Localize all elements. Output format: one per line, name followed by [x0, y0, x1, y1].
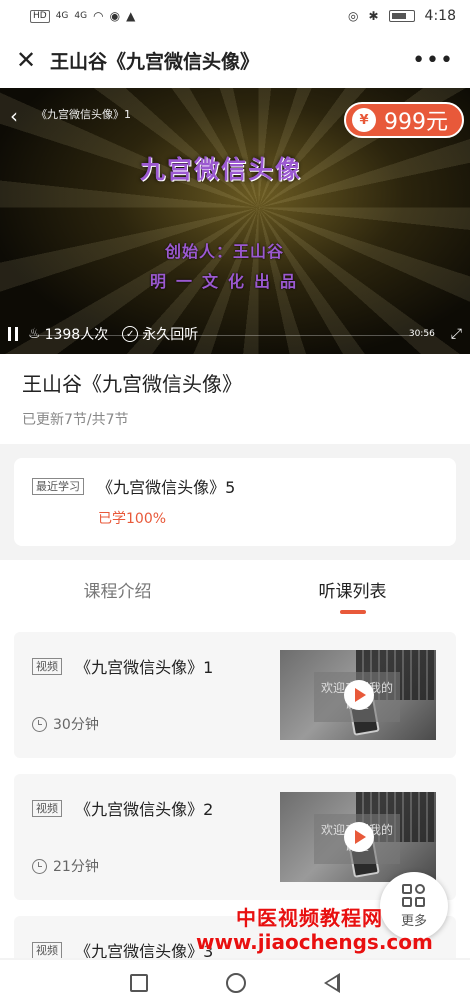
- eye-icon: ◎: [348, 9, 359, 23]
- view-count-label: 1398人次: [44, 327, 109, 343]
- replay-label: 永久回听: [142, 327, 199, 343]
- video-player[interactable]: ‹ 《九宫微信头像》1 ¥ 999元 九宫微信头像 创始人：王山谷 明一文化出品…: [0, 88, 470, 354]
- lesson-duration: 30分钟: [32, 714, 99, 734]
- lesson-thumbnail[interactable]: 欢迎来到我的课堂: [280, 792, 436, 882]
- title-bar: ✕ 王山谷《九宫微信头像》 •••: [0, 32, 470, 88]
- watermark-title: 中医视频教程网: [236, 906, 383, 930]
- back-icon[interactable]: ‹: [10, 104, 18, 128]
- clock-icon: [32, 716, 47, 732]
- lesson-item[interactable]: 视频 《九宫微信头像》1 30分钟 欢迎来到我的课堂: [14, 632, 456, 758]
- lesson-duration: 21分钟: [32, 856, 99, 876]
- play-icon[interactable]: [344, 680, 374, 710]
- hd-chip: HD: [30, 9, 50, 23]
- tab-lesson-list[interactable]: 听课列表: [235, 560, 470, 618]
- video-screen-credit: 明一文化出品: [150, 272, 307, 291]
- course-title: 王山谷《九宫微信头像》: [22, 372, 242, 396]
- bell-icon: ▲: [126, 9, 136, 23]
- pause-icon[interactable]: [8, 327, 18, 341]
- course-update-status: 已更新7节/共7节: [22, 412, 129, 428]
- more-icon[interactable]: •••: [412, 48, 454, 73]
- back-triangle-icon[interactable]: [324, 973, 340, 993]
- lesson-type-tag: 视频: [32, 941, 62, 958]
- video-screen-title: 九宫微信头像: [140, 155, 303, 184]
- money-bag-icon: ¥: [352, 108, 376, 132]
- lesson-duration-label: 30分钟: [53, 717, 99, 733]
- lesson-name: 《九宫微信头像》3: [75, 942, 214, 958]
- battery-icon: [388, 10, 415, 22]
- fullscreen-icon[interactable]: ⤢: [451, 326, 462, 342]
- view-count: ♨ 1398人次: [28, 324, 108, 344]
- signal-icon: 4G: [55, 11, 69, 21]
- lesson-thumbnail[interactable]: 欢迎来到我的课堂: [280, 650, 436, 740]
- replay-info: ✓ 永久回听: [122, 324, 198, 344]
- wifi-icon: ◠: [93, 9, 104, 23]
- more-label: 更多: [400, 913, 427, 929]
- check-circle-icon: ✓: [122, 326, 139, 342]
- lesson-type-tag: 视频: [32, 657, 62, 675]
- system-nav-bar: [0, 960, 470, 1006]
- recent-progress: 已学100%: [98, 511, 167, 527]
- close-icon[interactable]: ✕: [16, 46, 48, 74]
- signal-icon: 4G: [74, 11, 88, 21]
- play-icon[interactable]: [344, 822, 374, 852]
- course-header: 王山谷《九宫微信头像》 已更新7节/共7节: [0, 354, 470, 444]
- tab-course-intro[interactable]: 课程介绍: [0, 560, 235, 618]
- video-controls: ♨ 1398人次 ✓ 永久回听 30:56 ⤢: [0, 322, 470, 346]
- status-bar: HD 4G 4G ◠ ◉ ▲ ◎ ✱ 4:18: [0, 0, 470, 32]
- recent-tag: 最近学习: [32, 477, 84, 495]
- video-screen-credit: 创始人：王山谷: [165, 242, 285, 261]
- lesson-name: 《九宫微信头像》1: [75, 658, 214, 677]
- lesson-type-tag: 视频: [32, 799, 62, 817]
- recent-lesson-name: 《九宫微信头像》5: [97, 478, 236, 497]
- lesson-name: 《九宫微信头像》2: [75, 800, 214, 819]
- bluetooth-icon: ✱: [368, 9, 379, 23]
- clock-icon: [32, 858, 47, 874]
- grid-icon: [402, 883, 426, 908]
- video-small-title: 《九宫微信头像》1: [36, 108, 131, 121]
- video-duration: 30:56: [408, 329, 435, 339]
- flame-icon: ♨: [28, 326, 41, 342]
- recent-study-card[interactable]: 最近学习 《九宫微信头像》5 已学100%: [14, 458, 456, 546]
- price-badge[interactable]: ¥ 999元: [344, 102, 464, 138]
- status-time: 4:18: [424, 8, 456, 24]
- page-title: 王山谷《九宫微信头像》: [50, 50, 260, 73]
- app-notification-icon: ◉: [109, 9, 121, 23]
- tab-bar: 课程介绍 听课列表: [0, 560, 470, 618]
- recents-icon[interactable]: [130, 974, 148, 992]
- price-amount: 999元: [384, 110, 448, 135]
- lesson-duration-label: 21分钟: [53, 859, 99, 875]
- watermark-url: www.jiaochengs.com: [196, 930, 433, 954]
- home-icon[interactable]: [226, 973, 246, 993]
